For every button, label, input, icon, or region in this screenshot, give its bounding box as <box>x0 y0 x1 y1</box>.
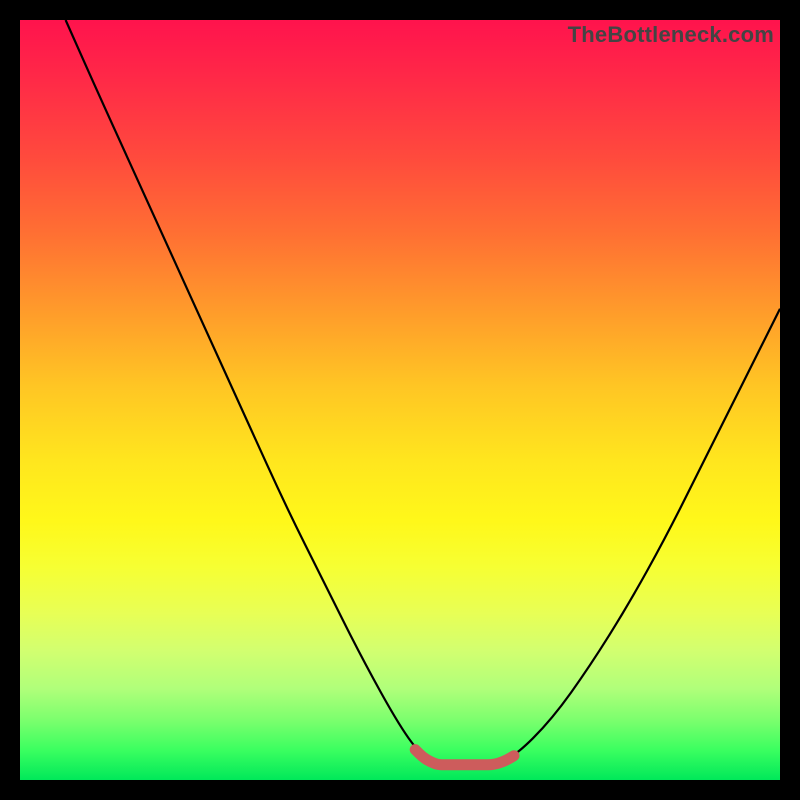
curve-layer <box>20 20 780 780</box>
chart-frame: TheBottleneck.com <box>0 0 800 800</box>
plot-area: TheBottleneck.com <box>20 20 780 780</box>
optimal-zone-highlight <box>415 750 514 765</box>
bottleneck-curve <box>66 20 780 765</box>
